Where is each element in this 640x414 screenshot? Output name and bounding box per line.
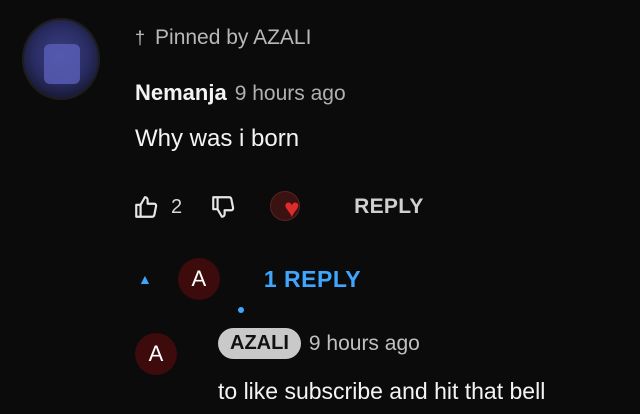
reply-author-badge[interactable]: AZALI (218, 328, 301, 359)
avatar-image-figure (44, 44, 80, 84)
thumbs-down-icon[interactable] (210, 194, 236, 220)
comment-actions: 2 ♥ REPLY (133, 190, 424, 224)
thumbs-up-icon[interactable] (133, 194, 159, 220)
reply-header: AZALI 9 hours ago (218, 328, 420, 359)
comment-text: Why was i born (135, 125, 300, 152)
caret-up-icon[interactable]: ▲ (138, 271, 152, 287)
pin-icon: † (135, 27, 146, 48)
like-count: 2 (171, 195, 183, 218)
reply-avatar-letter: A (148, 341, 164, 366)
creator-avatar-letter: A (191, 266, 207, 291)
reply-avatar[interactable]: A (135, 333, 177, 375)
comment-timestamp[interactable]: 9 hours ago (235, 82, 346, 106)
view-replies-toggle[interactable]: ▲ A 1 REPLY (138, 258, 361, 300)
creator-heart[interactable]: ♥ (270, 189, 314, 225)
comment-author[interactable]: Nemanja (135, 80, 227, 106)
comment-header: Nemanja 9 hours ago (135, 80, 346, 106)
creator-reply-avatar: A (177, 258, 220, 300)
replies-count-label[interactable]: 1 REPLY (264, 266, 361, 293)
new-reply-dot (238, 307, 244, 313)
reply-timestamp[interactable]: 9 hours ago (309, 332, 420, 356)
pinned-label: Pinned by AZALI (155, 26, 312, 49)
commenter-avatar[interactable] (22, 18, 100, 100)
pinned-label-row: † Pinned by AZALI (135, 26, 311, 50)
creator-heart-icon: ♥ (284, 193, 300, 223)
reply-text: to like subscribe and hit that bell (218, 378, 546, 404)
reply-button[interactable]: REPLY (354, 195, 424, 219)
